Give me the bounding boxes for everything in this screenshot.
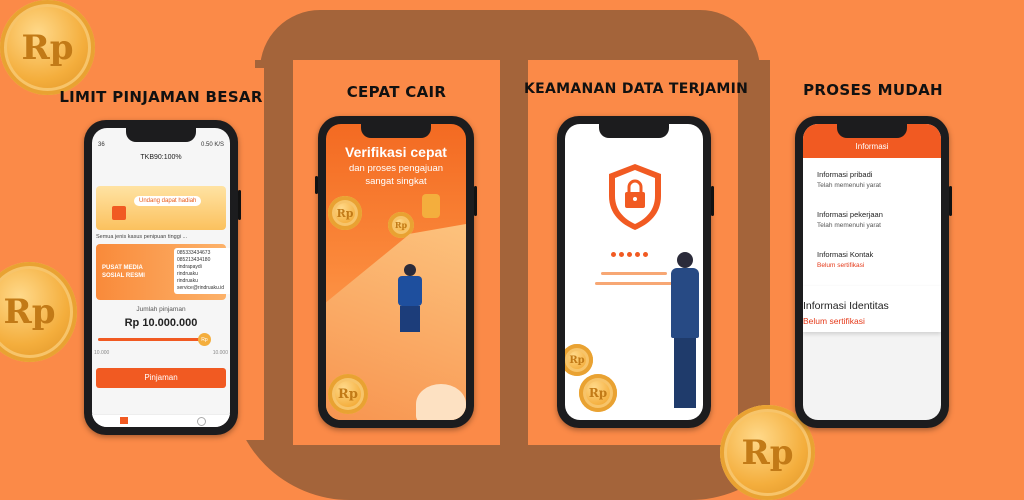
coin-illustration: Rp (328, 196, 362, 230)
screen1-header: TKB90:100% (140, 154, 182, 161)
info-item-pribadi[interactable]: Informasi pribadi Telah memenuhi yarat (817, 170, 881, 189)
status-left: 36 (98, 142, 105, 148)
home-icon[interactable] (120, 417, 128, 424)
info-item-status: Belum sertifikasi (817, 262, 865, 269)
info-item-pekerjaan[interactable]: Informasi pekerjaan Telah memenuhi yarat (817, 210, 883, 229)
phone-screen-1: 36 0.50 K/S TKB90:100% Undang dapat hadi… (92, 128, 230, 427)
contact-item: rindruaku (177, 278, 198, 284)
security-guard (669, 252, 703, 420)
identity-card[interactable]: Informasi Identitas Belum sertifikasi (803, 286, 941, 332)
social-media-card[interactable]: PUSAT MEDIA SOSIAL RESMI 085333434673 08… (96, 244, 230, 300)
invite-banner-label: Undang dapat hadiah (134, 196, 202, 206)
feature-title-2: CEPAT CAIR (346, 83, 447, 101)
phone-mockup-4: Informasi Informasi pribadi Telah memenu… (795, 116, 952, 428)
verify-subtitle: dan proses pengajuan sangat singkat (348, 163, 444, 187)
contact-item: 085333434673 (177, 250, 211, 256)
invite-banner[interactable]: Undang dapat hadiah (96, 186, 226, 230)
coin-top-left: Rp (0, 0, 95, 95)
gift-icon (112, 206, 126, 220)
text-line-placeholder (601, 272, 667, 275)
money-bag (416, 384, 466, 420)
phone-mockup-1: 36 0.50 K/S TKB90:100% Undang dapat hadi… (84, 120, 241, 435)
info-item-status: Telah memenuhi yarat (817, 182, 881, 189)
feature-title-1: LIMIT PINJAMAN BESAR (59, 88, 263, 106)
range-max: 10.000 (212, 350, 228, 356)
amount-label: Jumlah pinjaman (136, 306, 186, 313)
coin-illustration: Rp (565, 344, 593, 376)
range-min: 10.000 (94, 350, 110, 356)
text-line-placeholder (595, 282, 673, 285)
profile-icon[interactable] (197, 417, 206, 426)
pinjaman-button[interactable]: Pinjaman (96, 368, 226, 388)
coin-illustration: Rp (328, 374, 368, 414)
phone-screen-2: Verifikasi cepat dan proses pengajuan sa… (326, 124, 466, 420)
info-header-title: Informasi (855, 142, 889, 151)
contact-item: 085213434180 (177, 257, 211, 263)
slider-knob[interactable]: Rp (198, 333, 211, 346)
info-item-kontak[interactable]: Informasi Kontak Belum sertifikasi (817, 250, 873, 269)
loan-amount: Rp 10.000.000 (124, 317, 198, 329)
verify-headline: Verifikasi cepat (345, 144, 447, 160)
contact-item: rindrapaydi (177, 264, 202, 270)
phone-screen-3: Rp Rp (565, 124, 703, 420)
coin-illustration: Rp (579, 374, 617, 412)
info-item-status: Telah memenuhi yarat (817, 222, 881, 229)
amount-slider[interactable]: Rp (98, 333, 211, 346)
phone-mockup-3: Rp Rp (557, 116, 714, 428)
password-dots (611, 252, 648, 257)
jumping-man (390, 264, 430, 334)
identity-status: Belum sertifikasi (803, 316, 865, 326)
feature-title-4: PROSES MUDAH (803, 81, 943, 99)
coin-stack (422, 194, 440, 218)
contact-list: 085333434673 085213434180 rindrapaydi ri… (174, 248, 230, 294)
feature-title-3: KEAMANAN DATA TERJAMIN (524, 81, 749, 97)
identity-title: Informasi Identitas (803, 300, 889, 312)
bottom-nav (92, 414, 230, 427)
contact-item: rindruaku (177, 271, 198, 277)
status-right: 0.50 K/S (200, 142, 224, 148)
promo-title: PUSAT MEDIA SOSIAL RESMI (102, 265, 145, 279)
info-item-title: Informasi pekerjaan (817, 210, 883, 219)
info-item-title: Informasi Kontak (817, 250, 874, 259)
info-item-title: Informasi pribadi (817, 170, 873, 179)
fraud-notice: Semua jenis kasus penipuan tinggi ... (96, 234, 188, 240)
contact-item: service@rindruaku.id (177, 285, 225, 291)
shield-lock-icon (609, 164, 661, 230)
phone-mockup-2: Verifikasi cepat dan proses pengajuan sa… (315, 116, 477, 428)
phone-screen-4: Informasi Informasi pribadi Telah memenu… (803, 124, 941, 420)
